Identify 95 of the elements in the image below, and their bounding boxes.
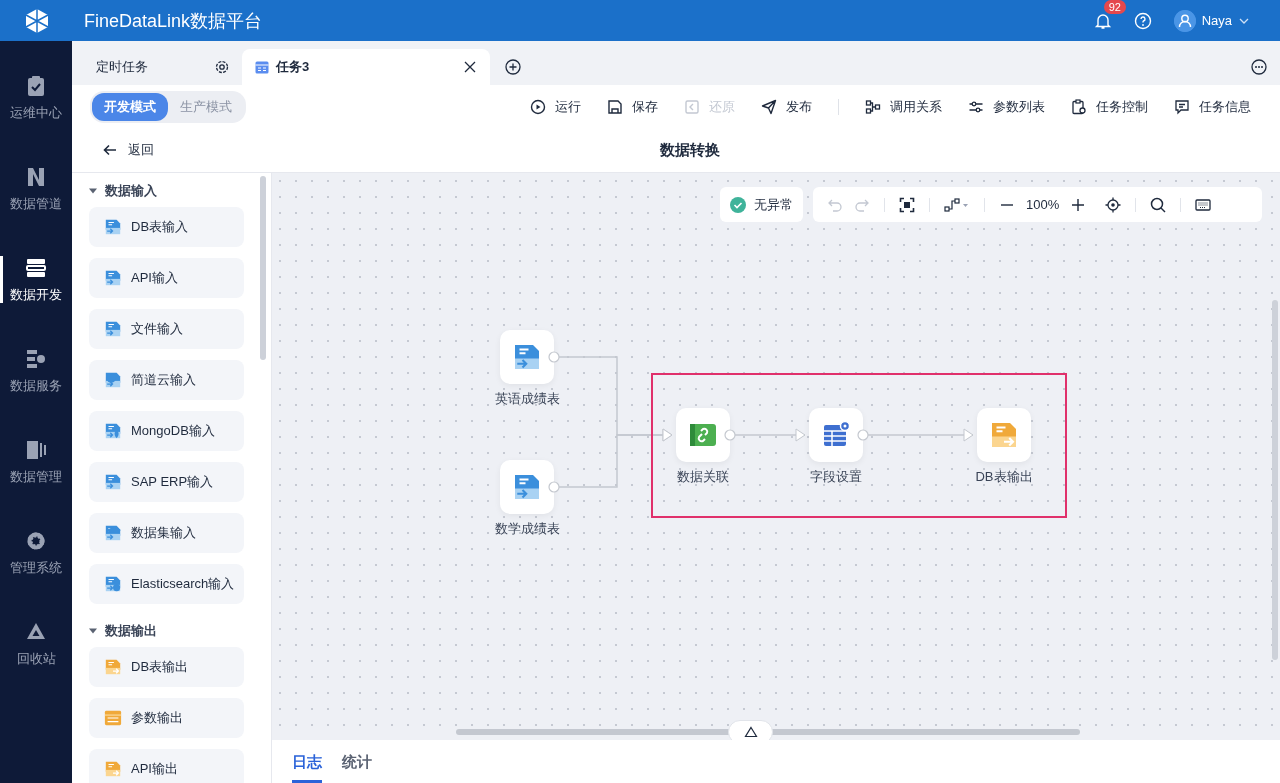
node-label: 字段设置 [810,468,862,486]
palette-item[interactable]: Elasticsearch输入 [89,564,244,604]
mode-option[interactable]: 开发模式 [92,92,168,121]
palette-item[interactable]: 数据集输入 [89,513,244,553]
scrollbar[interactable] [260,176,266,360]
close-icon[interactable] [462,59,478,75]
scrollbar[interactable] [456,729,1080,735]
nav-item[interactable]: 数据管理 [0,416,72,507]
flow-node[interactable] [676,408,730,462]
keyboard-icon[interactable] [1195,196,1212,213]
status-text: 无异常 [754,195,793,214]
palette-item[interactable]: API输出 [89,749,244,783]
nav-item[interactable]: 数据开发 [0,234,72,325]
flow-node[interactable] [809,408,863,462]
table-input-icon [104,371,122,389]
calendar-icon [254,59,270,75]
scrollbar[interactable] [1272,300,1278,660]
tab[interactable]: 任务3 [242,49,490,85]
save-icon [607,98,623,115]
nav-item[interactable]: 数据服务 [0,325,72,416]
toolbar-button[interactable]: 运行 [530,97,581,116]
nav-item[interactable]: 回收站 [0,598,72,689]
arrow-left-icon [102,142,118,158]
flow-node[interactable] [500,330,554,384]
nav-item[interactable]: 数据管道 [0,143,72,234]
table-output-icon [104,658,122,676]
help-icon[interactable] [1133,11,1152,30]
expand-panel-button[interactable] [728,720,773,740]
more-icon[interactable] [1251,59,1267,75]
triangle-up-icon [743,726,758,738]
search-icon[interactable] [1150,196,1167,213]
flow-icon [865,98,881,115]
palette-item[interactable]: SAP ERP输入 [89,462,244,502]
zoom-in-icon[interactable] [1070,196,1087,213]
panel-tab[interactable]: 统计 [342,753,372,783]
check-icon [730,196,746,213]
flow-node[interactable] [977,408,1031,462]
table-input-icon [512,342,542,372]
flow-node[interactable] [500,460,554,514]
palette-item[interactable]: MongoDB输入 [89,411,244,451]
table-input-icon [104,524,122,542]
toolbar-button[interactable]: 保存 [607,97,658,116]
nav-item[interactable]: 运维中心 [0,52,72,143]
node-label: 数据关联 [677,468,729,486]
settings-icon[interactable] [214,59,230,75]
table-input-icon [104,422,122,440]
palette-item[interactable]: 简道云输入 [89,360,244,400]
user-name[interactable]: Naya [1201,13,1232,28]
palette-item[interactable]: 文件输入 [89,309,244,349]
connector-style-icon[interactable] [944,196,970,213]
table-input-icon [104,473,122,491]
group-title[interactable]: 数据输出 [105,622,157,640]
table-input-icon [104,269,122,287]
bell-icon[interactable] [1093,11,1112,30]
app-title: FineDataLink数据平台 [84,9,263,33]
add-tab-icon[interactable] [505,59,521,75]
group-title[interactable]: 数据输入 [105,182,157,200]
locate-icon[interactable] [1105,196,1122,213]
fit-view-icon[interactable] [899,196,915,213]
table-input-icon [104,218,122,236]
table-input-icon [104,575,122,593]
message-icon [1174,98,1190,115]
palette-item[interactable]: 参数输出 [89,698,244,738]
caret-icon[interactable] [89,187,97,195]
page-title: 数据转换 [659,140,721,160]
play-icon [530,98,546,115]
zoom-level: 100% [1026,197,1060,212]
palette-item[interactable]: DB表输入 [89,207,244,247]
table-input-icon [512,472,542,502]
node-label: 数学成绩表 [494,520,560,538]
back-button[interactable]: 返回 [102,141,154,159]
avatar-icon[interactable] [1173,9,1196,32]
table-input-icon [104,320,122,338]
node-label: 英语成绩表 [494,390,560,408]
palette-item[interactable]: API输入 [89,258,244,298]
clipboard-gear-icon [1071,98,1087,115]
caret-icon[interactable] [89,627,97,635]
palette-item[interactable]: DB表输出 [89,647,244,687]
toolbar-button[interactable]: 任务信息 [1174,97,1251,116]
panel-tab[interactable]: 日志 [292,753,322,783]
toolbar-button[interactable]: 参数列表 [968,97,1045,116]
table-output-icon [104,760,122,778]
toolbar-button[interactable]: 发布 [761,97,812,116]
param-output-icon [104,709,122,727]
restore-icon [684,98,700,115]
table-output-icon [989,420,1019,450]
toolbar-button[interactable]: 调用关系 [865,97,942,116]
send-icon [761,98,777,115]
cube-logo-icon [24,7,50,34]
nav-item[interactable]: 管理系统 [0,507,72,598]
tab[interactable]: 定时任务 [78,49,242,85]
connector-line [734,428,806,442]
toolbar-button[interactable]: 任务控制 [1071,97,1148,116]
notification-badge: 92 [1103,0,1126,14]
node-label: DB表输出 [975,468,1033,486]
